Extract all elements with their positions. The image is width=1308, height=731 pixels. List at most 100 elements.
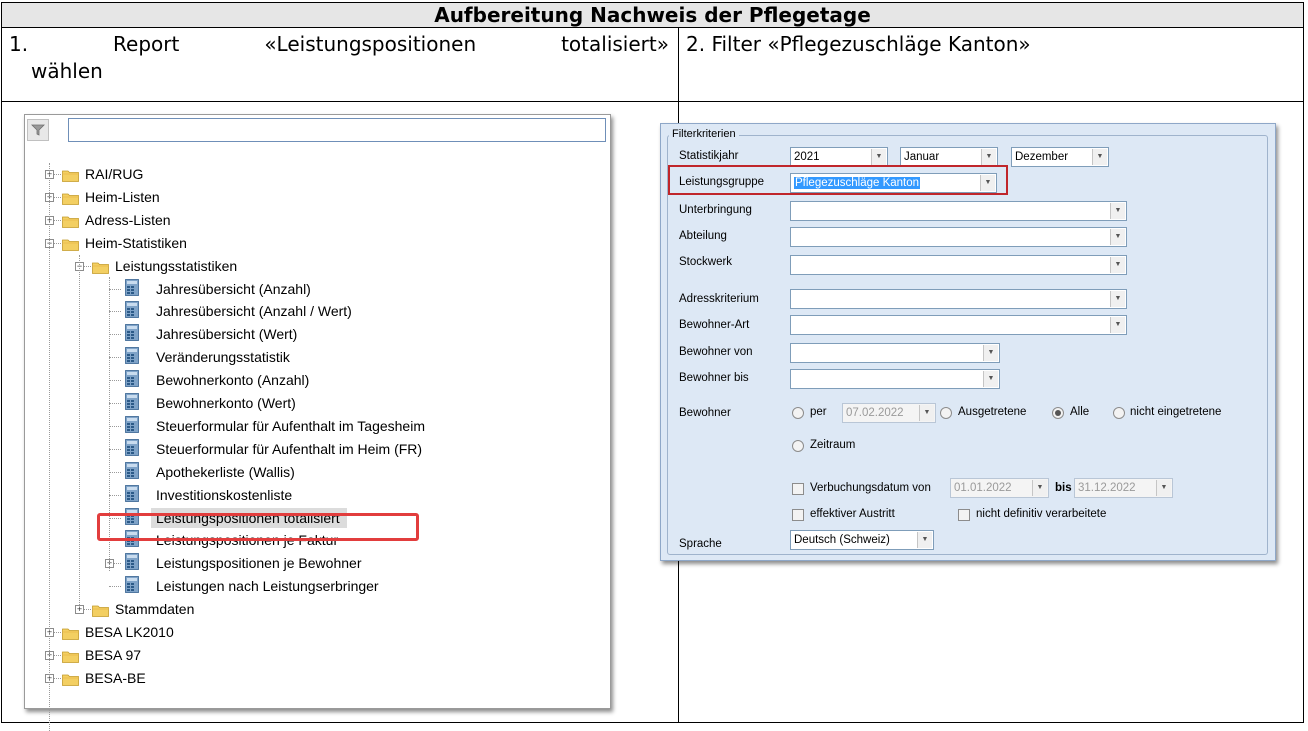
chevron-down-icon[interactable]: ▼ bbox=[871, 149, 886, 165]
highlight-box-leistungsgruppe bbox=[668, 165, 1008, 195]
sprache-value: Deutsch (Schweiz) bbox=[794, 534, 890, 546]
statistikjahr-label: Statistikjahr bbox=[679, 150, 739, 162]
step-1-word-report: Report bbox=[113, 32, 180, 56]
tree-item-label: BESA LK2010 bbox=[85, 624, 174, 640]
bewohner-von-combo[interactable]: ▼ bbox=[790, 343, 1000, 363]
chevron-down-icon[interactable]: ▼ bbox=[983, 345, 998, 361]
folder-icon bbox=[62, 212, 79, 228]
tree-item[interactable]: Bewohnerkonto (Anzahl) bbox=[25, 369, 605, 391]
step-1-word-waehlen: wählen bbox=[31, 59, 103, 83]
tree-item-label: Jahresübersicht (Anzahl) bbox=[156, 280, 311, 297]
folder-icon bbox=[62, 624, 79, 640]
chevron-down-icon[interactable]: ▼ bbox=[917, 532, 932, 548]
step-1-word-report-name: «Leistungspositionen bbox=[264, 32, 477, 56]
radio-nicht-eingetretene-label: nicht eingetretene bbox=[1130, 406, 1222, 418]
jahr-combo[interactable]: 2021 ▼ bbox=[790, 147, 888, 167]
tree-item[interactable]: + RAI/RUG bbox=[25, 163, 605, 185]
row-divider bbox=[2, 101, 1303, 102]
tree-item-label: BESA-BE bbox=[85, 669, 146, 686]
radio-ausgetretene[interactable] bbox=[940, 407, 952, 419]
adresskriterium-label: Adresskriterium bbox=[679, 293, 759, 305]
checkbox-verbuchungsdatum[interactable] bbox=[792, 483, 804, 495]
chevron-down-icon[interactable]: ▼ bbox=[1110, 203, 1125, 219]
tree-item[interactable]: + BESA 97 bbox=[25, 644, 605, 666]
verbuchung-bis-combo[interactable]: 31.12.2022 ▼ bbox=[1074, 478, 1173, 498]
chevron-down-icon[interactable]: ▼ bbox=[981, 149, 996, 165]
tree-item[interactable]: + Leistungspositionen je Bewohner bbox=[25, 552, 605, 574]
tree-item-label: Leistungspositionen je Bewohner bbox=[156, 555, 362, 572]
bewohner-von-label: Bewohner von bbox=[679, 346, 753, 358]
tree-item[interactable]: Leistungen nach Leistungserbringer bbox=[25, 575, 605, 597]
jahr-value: 2021 bbox=[794, 151, 820, 163]
bis-label: bis bbox=[1055, 482, 1072, 494]
folder-icon bbox=[62, 670, 79, 686]
filter-icon[interactable] bbox=[27, 119, 49, 141]
folder-icon bbox=[62, 235, 79, 251]
bewohner-art-label: Bewohner-Art bbox=[679, 319, 750, 331]
radio-zeitraum[interactable] bbox=[792, 440, 804, 452]
radio-alle[interactable] bbox=[1052, 407, 1064, 419]
tree-item[interactable]: + BESA-BE bbox=[25, 667, 605, 689]
radio-ausgetretene-label: Ausgetretene bbox=[958, 406, 1027, 418]
tree-item-label: RAI/RUG bbox=[85, 166, 144, 182]
bewohner-label: Bewohner bbox=[679, 407, 731, 419]
chevron-down-icon[interactable]: ▼ bbox=[1110, 317, 1125, 333]
tree-item[interactable]: Jahresübersicht (Anzahl) bbox=[25, 278, 605, 300]
tree-item[interactable]: Investitionskostenliste bbox=[25, 484, 605, 506]
chevron-down-icon[interactable]: ▼ bbox=[1110, 291, 1125, 307]
tree-item[interactable]: Veränderungsstatistik bbox=[25, 346, 605, 368]
highlight-box-report bbox=[97, 513, 419, 541]
tree-item-label: Steuerformular für Aufenthalt im Tageshe… bbox=[156, 417, 425, 434]
chevron-down-icon[interactable]: ▼ bbox=[1110, 229, 1125, 245]
chevron-down-icon[interactable]: ▼ bbox=[1092, 149, 1107, 165]
tree-item[interactable]: + Heim-Listen bbox=[25, 186, 605, 208]
verbuchung-von-value: 01.01.2022 bbox=[954, 482, 1012, 494]
report-icon bbox=[125, 415, 139, 433]
tree-item[interactable]: Steuerformular für Aufenthalt im Tageshe… bbox=[25, 415, 605, 437]
folder-icon bbox=[62, 647, 79, 663]
tree-item[interactable]: + Adress-Listen bbox=[25, 209, 605, 231]
tree-item[interactable]: Apothekerliste (Wallis) bbox=[25, 461, 605, 483]
per-date-combo[interactable]: 07.02.2022 ▼ bbox=[842, 403, 936, 423]
expand-icon[interactable]: + bbox=[75, 605, 84, 615]
bewohner-bis-combo[interactable]: ▼ bbox=[790, 369, 1000, 389]
tree-item[interactable]: Jahresübersicht (Wert) bbox=[25, 323, 605, 345]
bewohner-bis-label: Bewohner bis bbox=[679, 372, 749, 384]
tree-item[interactable]: − Leistungsstatistiken bbox=[25, 255, 605, 277]
tree-item-label: Leistungsstatistiken bbox=[115, 257, 238, 274]
abteilung-combo[interactable]: ▼ bbox=[790, 227, 1127, 247]
chevron-down-icon[interactable]: ▼ bbox=[1156, 480, 1171, 496]
tree-item[interactable]: + Stammdaten bbox=[25, 598, 605, 620]
chevron-down-icon[interactable]: ▼ bbox=[983, 371, 998, 387]
tree-item[interactable]: + BESA LK2010 bbox=[25, 621, 605, 643]
tree-item[interactable]: − Heim-Statistiken bbox=[25, 232, 605, 254]
step-1-instruction: 1. Report «Leistungspositionen totalisie… bbox=[9, 31, 669, 85]
tree-item[interactable]: Steuerformular für Aufenthalt im Heim (F… bbox=[25, 438, 605, 460]
checkbox-nicht-definitiv[interactable] bbox=[958, 509, 970, 521]
tree-filter-bar bbox=[27, 117, 606, 145]
radio-nicht-eingetretene[interactable] bbox=[1113, 407, 1125, 419]
adresskriterium-combo[interactable]: ▼ bbox=[790, 289, 1127, 309]
radio-per[interactable] bbox=[792, 407, 804, 419]
tree-filter-input[interactable] bbox=[68, 118, 606, 142]
verbuchung-bis-value: 31.12.2022 bbox=[1078, 482, 1136, 494]
bewohner-art-combo[interactable]: ▼ bbox=[790, 315, 1127, 335]
chevron-down-icon[interactable]: ▼ bbox=[1032, 480, 1047, 496]
verbuchung-von-combo[interactable]: 01.01.2022 ▼ bbox=[950, 478, 1049, 498]
step-2-instruction: 2. Filter «Pflegezuschläge Kanton» bbox=[686, 32, 1031, 56]
report-icon bbox=[125, 553, 139, 571]
sprache-combo[interactable]: Deutsch (Schweiz) ▼ bbox=[790, 530, 934, 550]
step-1-word-totalisiert: totalisiert» bbox=[561, 32, 669, 56]
tree-item[interactable]: Bewohnerkonto (Wert) bbox=[25, 392, 605, 414]
checkbox-effektiver-austritt[interactable] bbox=[792, 509, 804, 521]
chevron-down-icon[interactable]: ▼ bbox=[1110, 257, 1125, 273]
unterbringung-combo[interactable]: ▼ bbox=[790, 201, 1127, 221]
tree-item-label: Adress-Listen bbox=[85, 211, 171, 228]
stockwerk-combo[interactable]: ▼ bbox=[790, 255, 1127, 275]
tree-item[interactable]: Jahresübersicht (Anzahl / Wert) bbox=[25, 300, 605, 322]
chevron-down-icon[interactable]: ▼ bbox=[919, 405, 934, 421]
monat-bis-combo[interactable]: Dezember ▼ bbox=[1011, 147, 1109, 167]
document-title: Aufbereitung Nachweis der Pflegetage bbox=[2, 3, 1303, 28]
monat-von-combo[interactable]: Januar ▼ bbox=[900, 147, 998, 167]
monat-von-value: Januar bbox=[904, 151, 940, 163]
